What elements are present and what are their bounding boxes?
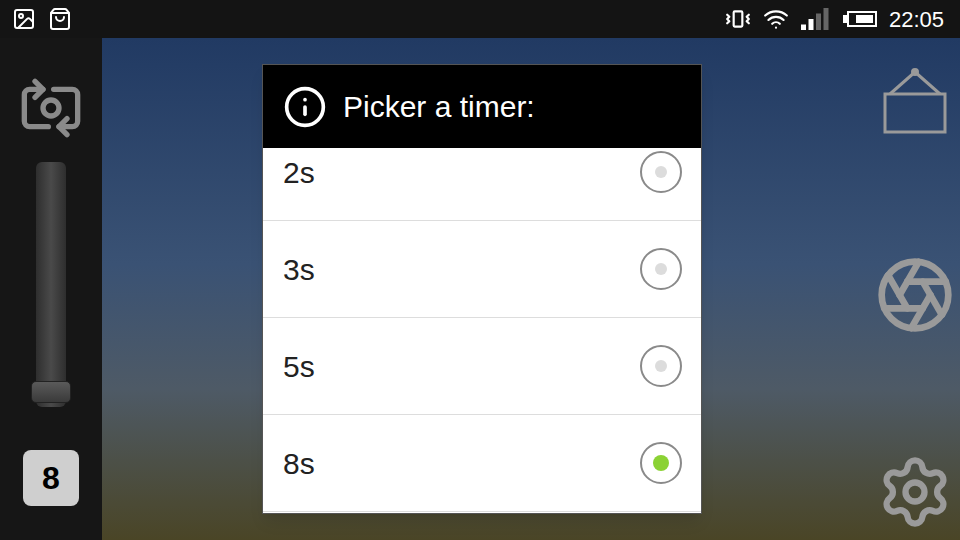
timer-option[interactable]: 2s [263,148,701,221]
switch-camera-icon[interactable] [19,76,83,140]
dialog-title: Picker a timer: [343,84,535,129]
signal-icon [801,8,831,30]
status-bar: 22:05 [0,0,960,38]
timer-badge[interactable]: 8 [23,450,79,506]
radio-button[interactable] [640,442,682,484]
timer-option[interactable]: 5s [263,318,701,415]
camera-screen: 22:05 8 Picker a timer: 2s3s5s8s [0,0,960,540]
wifi-icon [763,6,789,32]
battery-icon [843,11,877,27]
sidebar: 8 [0,38,102,540]
dialog-header: Picker a timer: [263,65,701,148]
timer-dialog: Picker a timer: 2s3s5s8s [262,64,702,514]
radio-button[interactable] [640,345,682,387]
shutter-icon[interactable] [875,255,955,335]
gear-icon[interactable] [877,454,953,530]
radio-button[interactable] [640,248,682,290]
info-icon [283,85,327,129]
timer-option[interactable]: 8s [263,415,701,512]
zoom-slider-thumb[interactable] [31,381,71,403]
frame-icon[interactable] [882,68,948,136]
timer-option[interactable]: 3s [263,221,701,318]
right-controls [870,38,960,540]
radio-button[interactable] [640,151,682,193]
timer-list: 2s3s5s8s [263,148,701,513]
bag-notification-icon [48,7,72,31]
image-notification-icon [12,7,36,31]
zoom-slider[interactable] [36,162,66,407]
vibrate-icon [725,6,751,32]
clock: 22:05 [889,3,948,36]
